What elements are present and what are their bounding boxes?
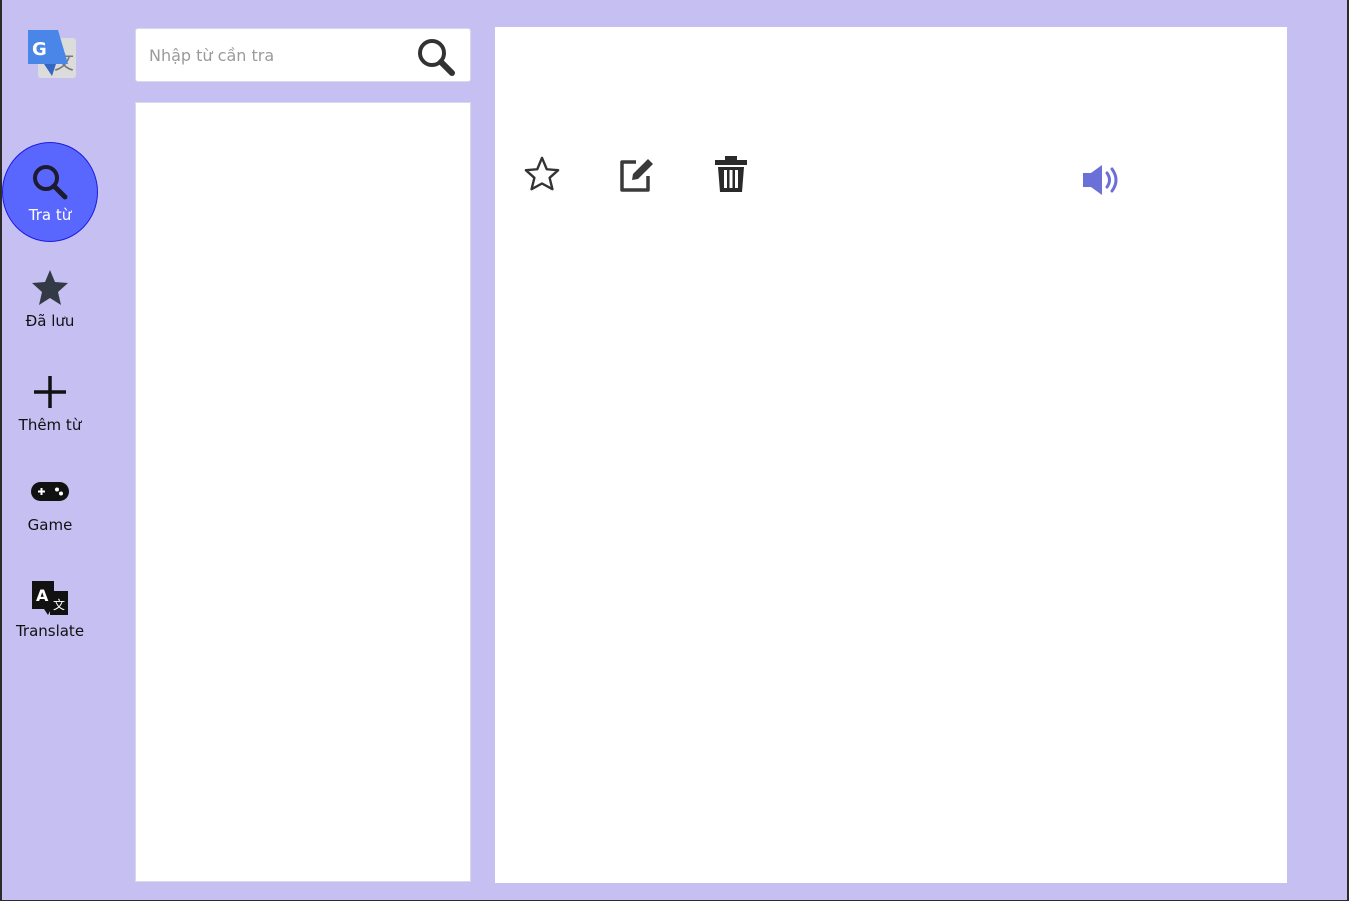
gamepad-icon: [28, 470, 72, 514]
sidebar-item-label: Thêm từ: [18, 416, 82, 434]
word-list[interactable]: [135, 102, 471, 882]
svg-text:A: A: [36, 586, 49, 605]
translate-icon: A 文: [28, 576, 72, 620]
search-box: [135, 28, 471, 82]
sidebar-item-label: Game: [27, 516, 73, 534]
edit-icon[interactable]: [614, 152, 658, 196]
magnifier-icon[interactable]: [416, 37, 456, 77]
svg-text:文: 文: [53, 597, 65, 612]
plus-icon: [28, 370, 72, 414]
svg-text:G: G: [32, 39, 47, 60]
trash-icon[interactable]: [709, 152, 753, 196]
star-icon: [28, 266, 72, 310]
sidebar-item-lookup[interactable]: Tra từ: [2, 142, 98, 242]
definition-panel: [495, 27, 1287, 883]
sidebar-item-label: Tra từ: [28, 206, 72, 224]
google-translate-logo-icon: 文 G: [24, 26, 78, 80]
sidebar-item-add-word[interactable]: Thêm từ: [2, 352, 98, 452]
star-outline-icon[interactable]: [520, 152, 564, 196]
sidebar-item-game[interactable]: Game: [2, 452, 98, 552]
search-input[interactable]: [147, 39, 401, 71]
speaker-icon[interactable]: [1079, 158, 1123, 202]
sidebar-item-label: Translate: [15, 622, 85, 640]
sidebar-item-translate[interactable]: A 文 Translate: [2, 558, 98, 658]
sidebar-item-label: Đã lưu: [25, 312, 75, 330]
sidebar-item-saved[interactable]: Đã lưu: [2, 248, 98, 348]
search-icon: [28, 160, 72, 204]
